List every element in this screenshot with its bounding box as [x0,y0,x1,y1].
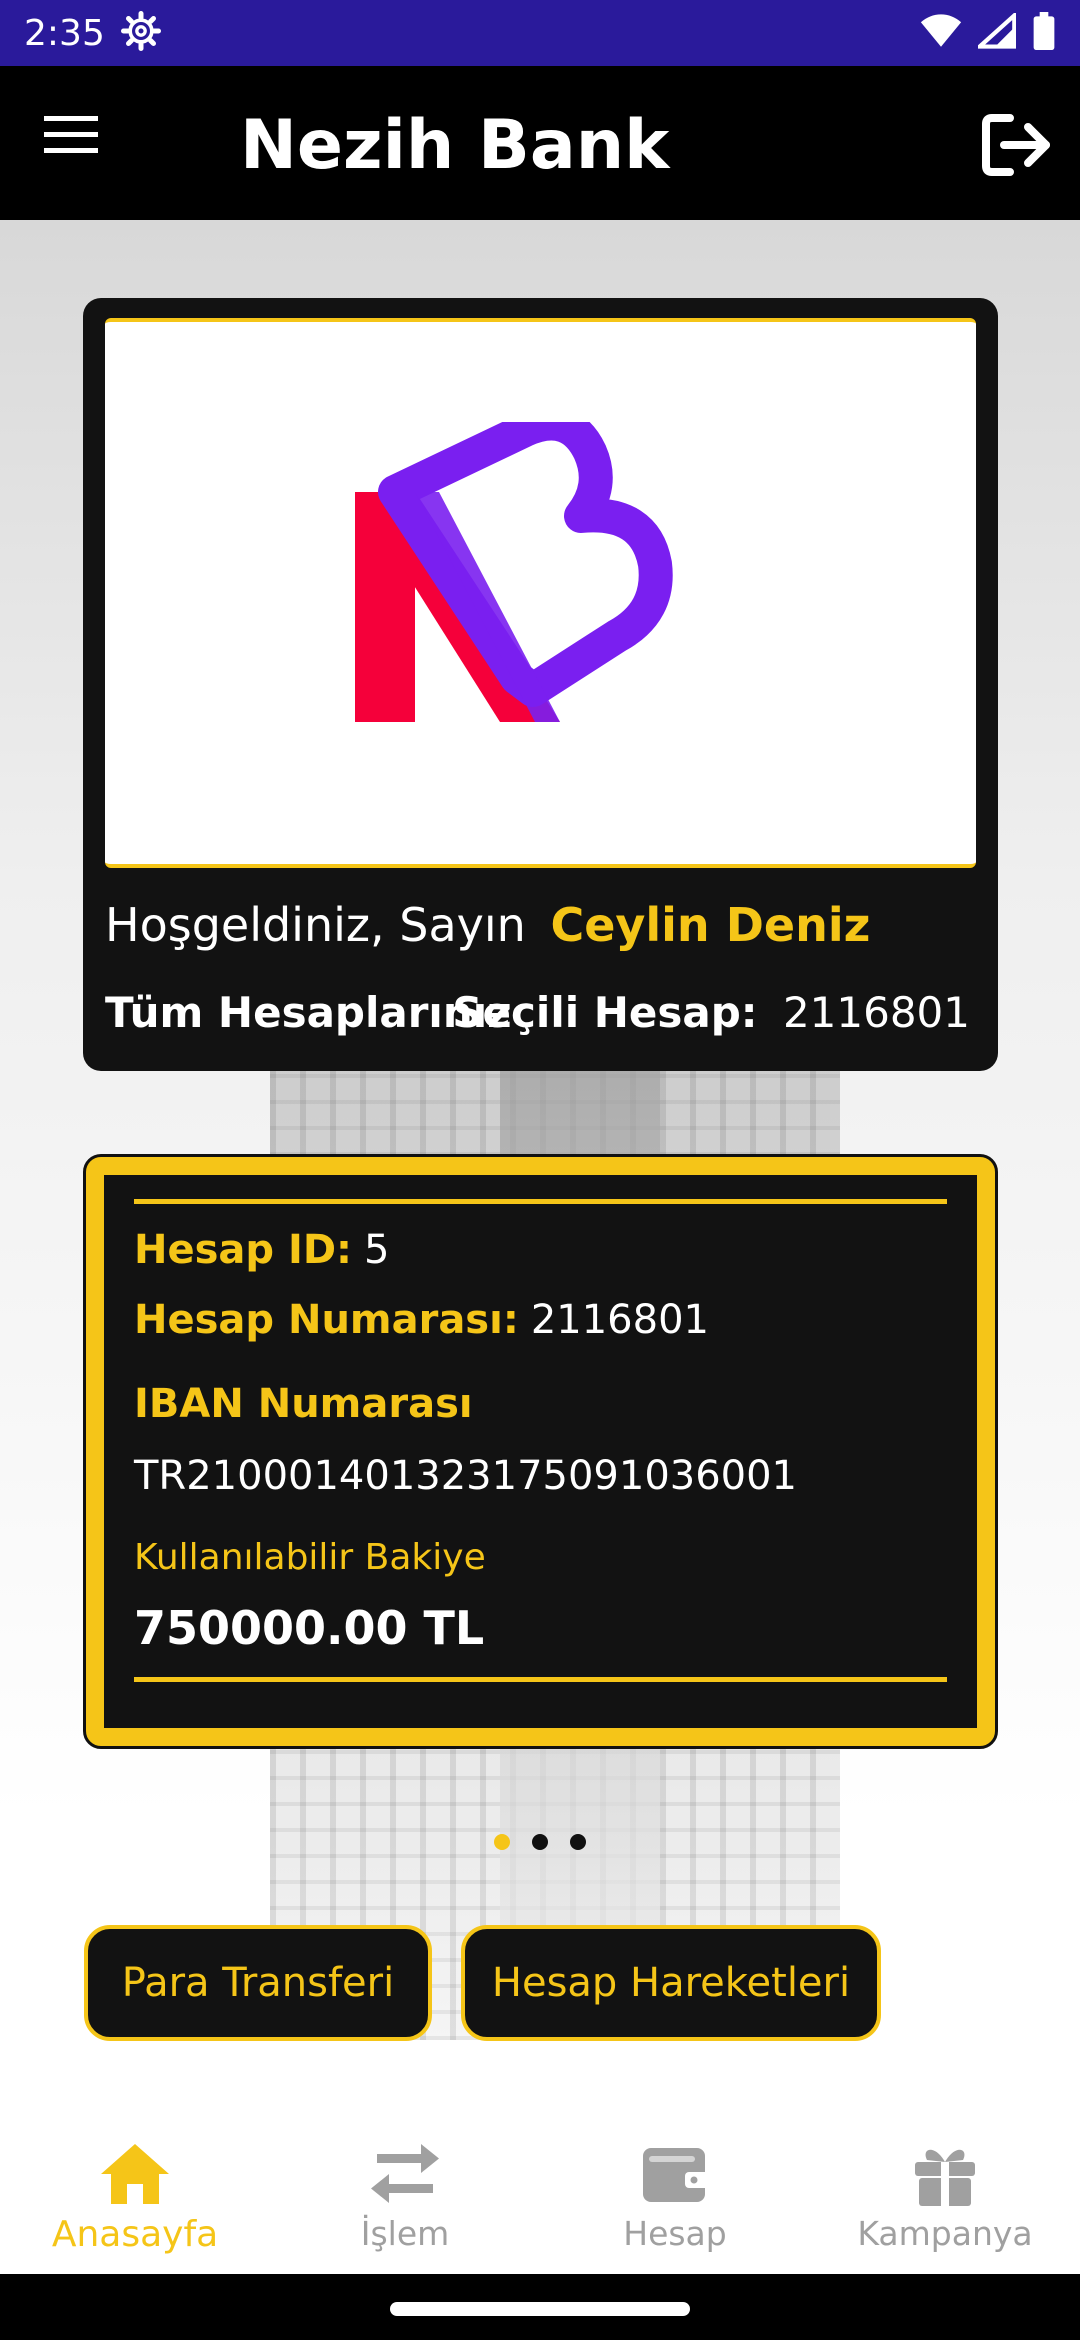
settings-icon [120,10,161,56]
account-history-button[interactable]: Hesap Hareketleri [461,1925,881,2041]
pager-dot[interactable] [494,1834,510,1850]
account-id-value: 5 [364,1227,390,1273]
bottom-navigation: Anasayfa İşlem Hesap Kampanya [0,2100,1080,2274]
signal-icon [974,10,1017,54]
nav-item-transactions[interactable]: İşlem [270,2100,540,2274]
nav-label-campaign: Kampanya [857,2214,1033,2253]
logout-icon[interactable] [980,110,1058,180]
selected-account: Seçili Hesap: 2116801 [452,988,970,1037]
iban-label: IBAN Numarası [134,1381,473,1427]
money-transfer-button[interactable]: Para Transferi [84,1925,432,2041]
account-card-inner: Hesap ID: 5 Hesap Numarası: 2116801 IBAN N… [104,1175,977,1728]
all-accounts-link[interactable]: Tüm Hesaplarınız [105,988,512,1037]
nav-item-campaign[interactable]: Kampanya [810,2100,1080,2274]
account-card[interactable]: Hesap ID: 5 Hesap Numarası: 2116801 IBAN N… [83,1154,998,1749]
selected-account-value: 2116801 [782,988,970,1037]
transfer-arrows-icon [371,2144,439,2203]
nav-item-home[interactable]: Anasayfa [0,2100,270,2274]
app-screen: 2:35 Nezih Bank Hoşgeldiniz, Sayın Ceyli… [0,0,1080,2340]
carousel-pager [0,1834,1080,1850]
nav-label-account: Hesap [623,2214,727,2253]
nav-label-home: Anasayfa [51,2214,219,2255]
status-left: 2:35 [24,10,161,56]
welcome-greeting: Hoşgeldiniz, Sayın Ceylin Deniz [105,898,870,952]
wifi-icon [920,13,962,54]
divider-bottom [134,1677,947,1682]
home-icon [101,2144,169,2204]
gift-icon [915,2149,975,2206]
selected-account-label: Seçili Hesap: [452,988,758,1037]
nav-item-account[interactable]: Hesap [540,2100,810,2274]
customer-name: Ceylin Deniz [550,898,871,952]
account-id-label: Hesap ID: [134,1227,353,1273]
greeting-text: Hoşgeldiniz, Sayın [105,898,526,952]
balance-value: 750000.00 TL [134,1601,485,1655]
app-bar: Nezih Bank [0,66,1080,220]
status-right [920,10,1056,55]
welcome-card: Hoşgeldiniz, Sayın Ceylin Deniz Tüm Hesa… [83,298,998,1071]
app-title: Nezih Bank [240,106,670,185]
status-bar: 2:35 [0,0,1080,66]
iban-value: TR210001401323175091036001 [134,1453,798,1499]
home-gesture-pill[interactable] [390,2302,690,2316]
balance-label: Kullanılabilir Bakiye [134,1537,486,1578]
wallet-icon [643,2148,709,2202]
account-id-row: Hesap ID: 5 [134,1227,390,1273]
pager-dot[interactable] [532,1834,548,1850]
bank-logo [355,422,673,722]
account-number-label: Hesap Numarası: [134,1297,519,1343]
pager-dot[interactable] [570,1834,586,1850]
menu-icon[interactable] [44,116,110,166]
divider-top [134,1199,947,1204]
bank-logo-box [105,318,976,868]
account-number-value: 2116801 [530,1297,709,1343]
battery-icon [1032,11,1056,55]
status-time: 2:35 [24,12,105,54]
nav-label-transactions: İşlem [360,2214,450,2253]
account-number-row: Hesap Numarası: 2116801 [134,1297,709,1343]
system-navigation-bar [0,2274,1080,2340]
